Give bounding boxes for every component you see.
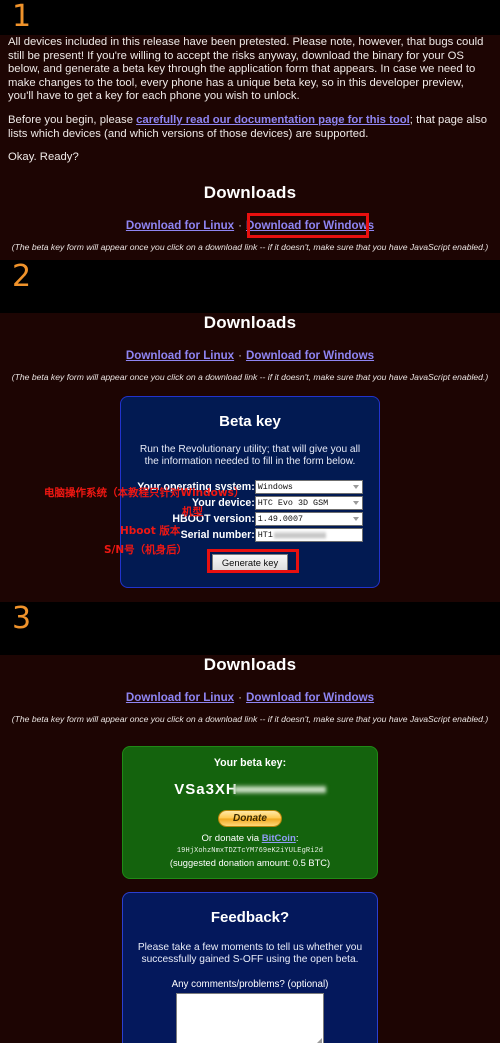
panel-2-spacer: [4, 588, 496, 602]
bitcoin-address: 19HjXohzNmxTDZTcYM769eK2iYULEgRi2d: [176, 846, 324, 855]
select-operating-system[interactable]: Windows: [254, 479, 363, 494]
panel-step-1: All devices included in this release hav…: [0, 35, 500, 260]
download-windows-link-1[interactable]: Download for Windows: [246, 219, 374, 232]
select-device[interactable]: HTC Evo 3D GSM: [254, 495, 363, 510]
select-hboot-version-value: 1.49.0007: [257, 513, 303, 524]
panel-step-3: Downloads Download for Linux · Download fo…: [0, 654, 500, 1043]
download-links-row-3: Download for Linux · Download for Windows: [4, 691, 496, 704]
feedback-intro: Please take a few moments to tell us whe…: [137, 941, 363, 966]
feedback-textarea[interactable]: [176, 992, 324, 1043]
chevron-down-icon: [352, 484, 359, 489]
downloads-heading-3: Downloads: [203, 654, 297, 674]
feedback-box: Feedback? Please take a few moments to t…: [122, 891, 378, 1043]
beta-key-value-row: VSa3XH: [131, 781, 369, 798]
donate-bitcoin-line: Or donate via BitCoin:: [131, 833, 369, 844]
resize-grip-icon[interactable]: [317, 1037, 322, 1043]
js-note-1: (The beta key form will appear once you …: [11, 241, 489, 252]
downloads-heading-1: Downloads: [203, 182, 297, 202]
downloads-heading-2: Downloads: [203, 312, 297, 332]
beta-key-result-box: Your beta key: VSa3XH Donate Or donate v…: [122, 745, 378, 879]
beta-key-result-heading: Your beta key:: [213, 756, 287, 769]
generate-key-button[interactable]: Generate key: [211, 553, 289, 571]
suggested-donation: (suggested donation amount: 0.5 BTC): [169, 857, 331, 868]
intro-text-block: All devices included in this release hav…: [4, 35, 496, 165]
chevron-down-icon: [352, 516, 359, 521]
download-separator-2: ·: [238, 348, 242, 362]
step-marker-3: 3: [0, 601, 500, 637]
screenshot-root: 1 All devices included in this release h…: [0, 0, 500, 1043]
intro-p2-before: Before you begin, please: [8, 113, 137, 126]
select-hboot-version[interactable]: 1.49.0007: [254, 511, 363, 526]
download-linux-link-3[interactable]: Download for Linux: [126, 691, 234, 704]
serial-number-redaction: [273, 530, 326, 539]
download-linux-link-1[interactable]: Download for Linux: [126, 219, 234, 232]
js-note-2: (The beta key form will appear once you …: [11, 371, 489, 382]
annotation-serial: S/N号（机身后）: [104, 543, 188, 556]
download-separator-3: ·: [238, 690, 242, 704]
donate-button-row: Donate: [131, 808, 369, 833]
feedback-heading: Feedback?: [210, 908, 290, 926]
annotation-hboot: Hboot 版本: [120, 524, 181, 537]
documentation-link[interactable]: carefully read our documentation page fo…: [136, 114, 410, 126]
download-linux-link-2[interactable]: Download for Linux: [126, 349, 234, 362]
input-serial-number-value: HT1: [257, 529, 273, 540]
donate-text-after: :: [295, 832, 299, 844]
download-separator-1: ·: [238, 218, 242, 232]
beta-key-value: VSa3XH: [174, 780, 238, 798]
step-marker-2: 2: [0, 259, 500, 295]
select-device-value: HTC Evo 3D GSM: [257, 497, 329, 508]
chevron-down-icon: [352, 500, 359, 505]
donate-button[interactable]: Donate: [218, 809, 282, 827]
download-windows-link-2[interactable]: Download for Windows: [246, 349, 374, 362]
beta-key-form-heading: Beta key: [219, 412, 281, 430]
download-windows-link-3[interactable]: Download for Windows: [246, 691, 374, 704]
annotation-device: 机型: [182, 505, 203, 518]
annotation-operating-system: 电脑操作系统（本教程只针对Windows）: [44, 486, 245, 499]
bitcoin-link[interactable]: BitCoin: [262, 833, 296, 844]
feedback-question: Any comments/problems? (optional): [171, 978, 329, 990]
js-note-3: (The beta key form will appear once you …: [11, 713, 489, 724]
input-serial-number[interactable]: HT1: [254, 527, 363, 542]
step-marker-1: 1: [0, 0, 500, 35]
beta-key-form-intro: Run the Revolutionary utility; that will…: [139, 443, 361, 468]
intro-paragraph-3: Okay. Ready?: [8, 151, 79, 164]
intro-paragraph-2: Before you begin, please carefully read …: [8, 114, 492, 141]
panel-step-2: Downloads Download for Linux · Download fo…: [0, 312, 500, 602]
donate-text-before: Or donate via: [201, 832, 262, 844]
intro-paragraph-1: All devices included in this release hav…: [8, 36, 484, 103]
download-links-row-2: Download for Linux · Download for Windows: [4, 349, 496, 362]
download-links-row-1: Download for Linux · Download for Windows: [4, 212, 496, 238]
select-operating-system-value: Windows: [257, 481, 293, 492]
beta-key-redaction: [233, 785, 326, 795]
